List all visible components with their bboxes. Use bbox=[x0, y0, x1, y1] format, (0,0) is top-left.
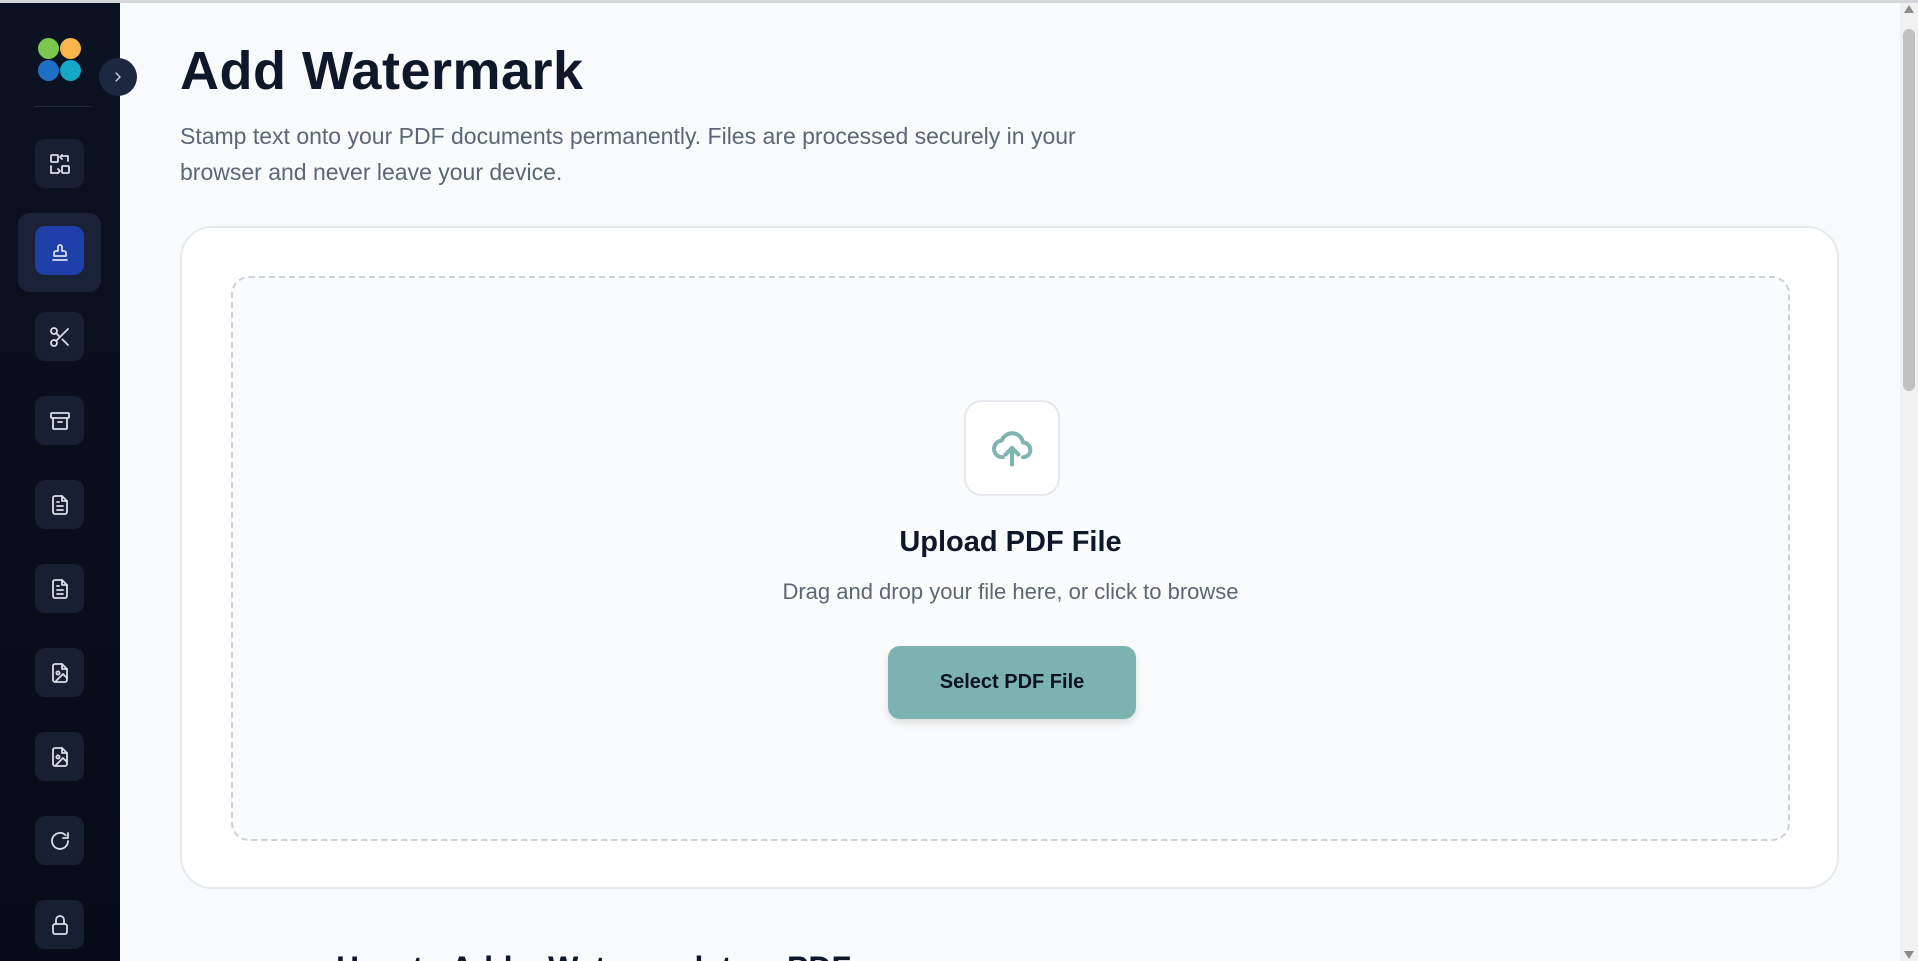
logo-dot-green bbox=[38, 38, 59, 59]
logo-dot-orange bbox=[60, 38, 81, 59]
file-image-icon bbox=[51, 746, 68, 767]
sidebar-divider bbox=[34, 106, 92, 107]
sidebar-item-convert[interactable] bbox=[35, 139, 84, 188]
how-to-heading: How to Add a Watermark to a PDF bbox=[336, 950, 851, 961]
select-pdf-button[interactable]: Select PDF File bbox=[888, 646, 1136, 719]
file-text-icon bbox=[51, 578, 68, 599]
convert-icon bbox=[49, 153, 70, 174]
upload-icon-container bbox=[964, 400, 1060, 496]
app-logo[interactable] bbox=[38, 38, 84, 84]
sidebar-toggle-button[interactable] bbox=[99, 58, 137, 96]
sidebar-item-pdf-to-image[interactable] bbox=[35, 648, 84, 697]
sidebar-item-pdf-to-text[interactable] bbox=[35, 480, 84, 529]
file-image-icon bbox=[51, 662, 68, 683]
stamp-icon bbox=[51, 243, 68, 261]
scroll-thumb[interactable] bbox=[1903, 29, 1915, 391]
sidebar-item-protect[interactable] bbox=[35, 900, 84, 949]
cloud-upload-icon bbox=[992, 431, 1033, 467]
sidebar-item-image-to-pdf[interactable] bbox=[35, 732, 84, 781]
window-top-border bbox=[0, 0, 1918, 3]
logo-dot-blue bbox=[38, 60, 59, 81]
file-dropzone[interactable]: Upload PDF File Drag and drop your file … bbox=[231, 276, 1790, 841]
page-scrollbar[interactable] bbox=[1900, 3, 1918, 961]
sidebar-item-split[interactable] bbox=[35, 312, 84, 361]
sidebar-item-watermark[interactable] bbox=[35, 226, 84, 275]
scroll-down-arrow-icon[interactable] bbox=[1904, 951, 1914, 959]
archive-icon bbox=[49, 411, 70, 430]
scissors-icon bbox=[49, 326, 69, 347]
sidebar-item-compress[interactable] bbox=[35, 396, 84, 445]
sidebar bbox=[0, 3, 120, 961]
logo-dot-teal bbox=[60, 60, 81, 81]
page-title: Add Watermark bbox=[180, 41, 584, 101]
upload-card: Upload PDF File Drag and drop your file … bbox=[180, 226, 1839, 889]
lock-icon bbox=[51, 914, 68, 935]
rotate-icon bbox=[50, 831, 69, 850]
page-description: Stamp text onto your PDF documents perma… bbox=[180, 123, 1076, 185]
upload-subtitle: Drag and drop your file here, or click t… bbox=[782, 579, 1239, 604]
upload-title: Upload PDF File bbox=[899, 526, 1122, 558]
sidebar-item-rotate[interactable] bbox=[35, 816, 84, 865]
sidebar-item-text-to-pdf[interactable] bbox=[35, 564, 84, 613]
file-text-icon bbox=[51, 494, 68, 515]
scroll-up-arrow-icon[interactable] bbox=[1904, 5, 1914, 13]
chevron-right-icon bbox=[115, 72, 121, 82]
